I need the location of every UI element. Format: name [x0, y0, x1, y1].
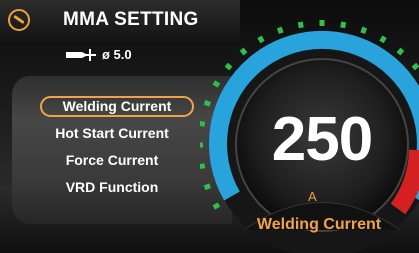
- gauge-tick: [396, 47, 405, 56]
- gauge-tick: [340, 21, 347, 29]
- menu-item-force-current[interactable]: Force Current: [12, 150, 212, 170]
- gauge-tick: [200, 142, 203, 148]
- current-value: 250: [271, 105, 373, 174]
- gauge-tick: [360, 26, 368, 35]
- gauge-tick: [200, 120, 206, 127]
- gauge-tick: [212, 202, 221, 210]
- electrode-holder-icon: [8, 9, 30, 31]
- current-unit: A: [308, 189, 317, 204]
- gauge-tick: [203, 183, 212, 191]
- electrode-rod-icon: [66, 48, 96, 61]
- gauge-tick: [200, 163, 206, 170]
- gauge-tick: [203, 99, 212, 107]
- gauge-tick: [379, 35, 387, 44]
- gauge-parameter-label: Welding Current: [256, 216, 382, 233]
- menu-item-vrd-function[interactable]: VRD Function: [12, 177, 212, 197]
- mma-setting-screen: MMA SETTING ø 5.0 Welding Current Hot St…: [0, 0, 419, 253]
- page-title: MMA SETTING: [63, 9, 199, 30]
- gauge-tick: [224, 62, 233, 71]
- electrode-diameter: ø 5.0: [66, 47, 132, 62]
- gauge-tick: [319, 20, 325, 26]
- gauge-tick: [411, 62, 419, 71]
- gauge-tick: [239, 47, 248, 56]
- gauge-tick: [297, 21, 304, 29]
- gauge-tick: [212, 80, 221, 88]
- electrode-diameter-value: ø 5.0: [102, 47, 132, 62]
- gauge-tick: [276, 26, 284, 35]
- gauge-tick: [257, 35, 265, 44]
- menu-item-hot-start-current[interactable]: Hot Start Current: [12, 123, 212, 143]
- parameter-menu: Welding Current Hot Start Current Force …: [12, 76, 232, 224]
- menu-item-welding-current[interactable]: Welding Current: [40, 96, 194, 117]
